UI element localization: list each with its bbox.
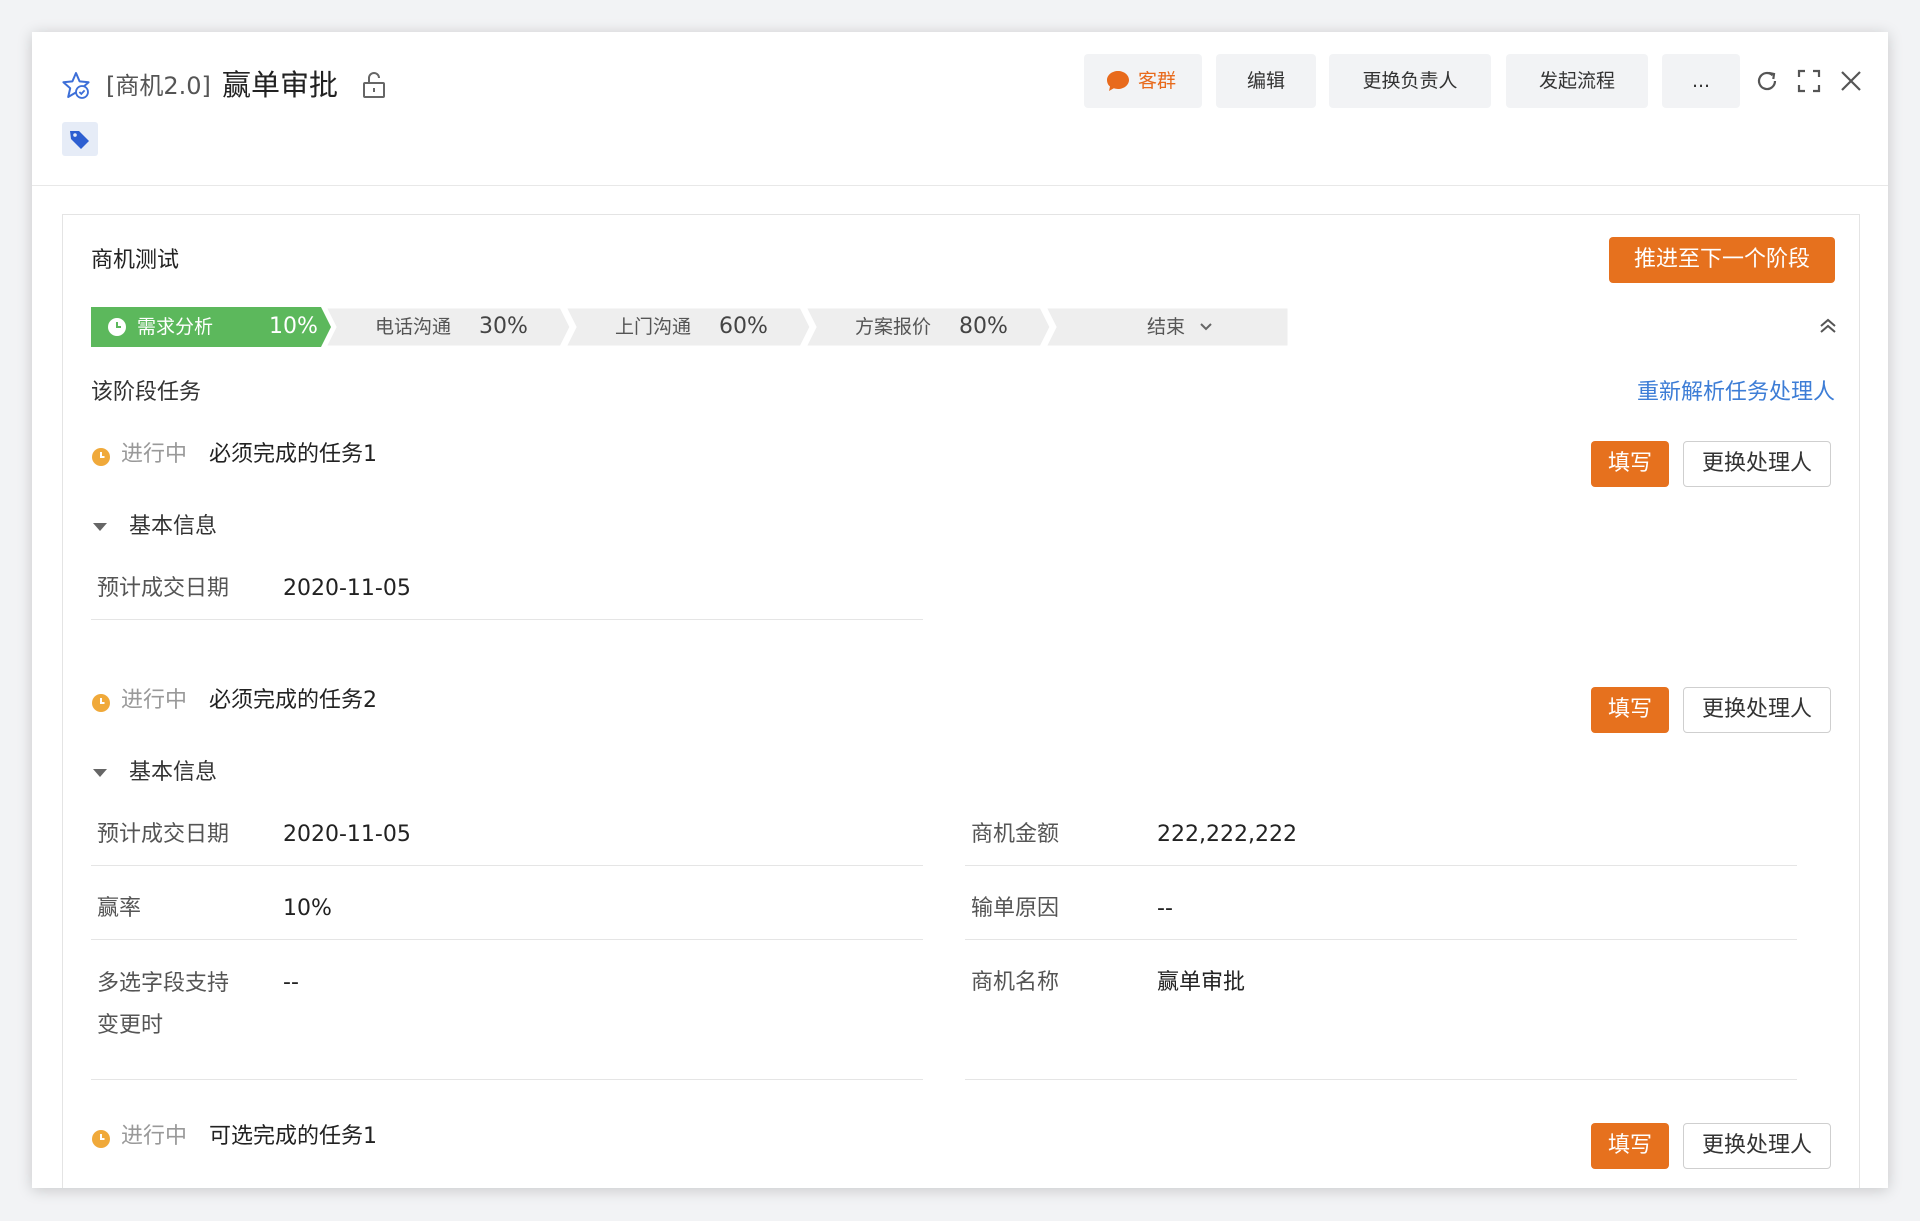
field-divider xyxy=(91,865,923,866)
stage-percent: 30% xyxy=(479,314,528,339)
field-value: 10% xyxy=(283,896,332,921)
field-label: 预计成交日期 xyxy=(97,576,230,601)
more-button[interactable]: ... xyxy=(1662,54,1740,108)
stage-name: 方案报价 xyxy=(855,316,932,338)
opportunity-name: 商机测试 xyxy=(91,248,180,273)
field-expected-close-date: 预计成交日期 2020-11-05 xyxy=(91,569,923,620)
chevron-down-icon xyxy=(1200,323,1212,331)
fill-button[interactable]: 填写 xyxy=(1591,1123,1669,1169)
opportunity-card: 商机测试 推进至下一个阶段 需求分析 10% 电话沟通 30% 上门沟通 60%… xyxy=(62,214,1860,1188)
task-name: 必须完成的任务1 xyxy=(209,442,377,467)
task-status: 进行中 xyxy=(121,1124,188,1149)
field-divider xyxy=(91,619,923,620)
in-progress-icon xyxy=(92,1130,110,1148)
unlock-icon[interactable] xyxy=(360,70,388,100)
stage-name: 需求分析 xyxy=(137,316,214,338)
group-title: 基本信息 xyxy=(129,760,218,785)
field-label: 输单原因 xyxy=(971,896,1060,921)
stage-progress-bar: 需求分析 10% 电话沟通 30% 上门沟通 60% 方案报价 80% 结束 xyxy=(91,307,1289,347)
field-value: 2020-11-05 xyxy=(283,822,411,847)
stage-percent: 80% xyxy=(959,314,1008,339)
stage-percent: 60% xyxy=(719,314,768,339)
field-value: -- xyxy=(1157,896,1173,921)
stage-3[interactable]: 方案报价 80% xyxy=(811,307,1051,347)
start-flow-button[interactable]: 发起流程 xyxy=(1506,54,1648,108)
field-value: -- xyxy=(283,970,299,995)
customer-group-button[interactable]: 客群 xyxy=(1084,54,1202,108)
caret-down-icon[interactable] xyxy=(93,523,107,531)
close-icon[interactable] xyxy=(1838,68,1864,94)
edit-button[interactable]: 编辑 xyxy=(1216,54,1316,108)
fill-button[interactable]: 填写 xyxy=(1591,687,1669,733)
task-status: 进行中 xyxy=(121,442,188,467)
task-name: 必须完成的任务2 xyxy=(209,688,377,713)
page-title: 赢单审批 xyxy=(222,68,339,102)
advance-stage-button[interactable]: 推进至下一个阶段 xyxy=(1609,237,1835,283)
stage-tasks-label: 该阶段任务 xyxy=(91,380,202,405)
task-item: 进行中 可选完成的任务1 填写 更换处理人 xyxy=(63,1119,1859,1179)
field-divider xyxy=(965,865,1797,866)
field-multi-select: 多选字段支持变更时 -- xyxy=(91,963,923,1080)
clock-icon xyxy=(108,318,126,336)
field-divider xyxy=(91,1079,923,1080)
in-progress-icon xyxy=(92,694,110,712)
field-expected-close-date: 预计成交日期 2020-11-05 xyxy=(91,815,923,866)
customer-group-label: 客群 xyxy=(1138,70,1177,92)
task-status: 进行中 xyxy=(121,688,188,713)
change-owner-button[interactable]: 更换负责人 xyxy=(1329,54,1491,108)
task-name: 可选完成的任务1 xyxy=(209,1124,377,1149)
field-value: 222,222,222 xyxy=(1157,822,1297,847)
tag-icon[interactable] xyxy=(62,122,98,156)
refresh-icon[interactable] xyxy=(1754,68,1780,94)
field-label: 商机金额 xyxy=(971,822,1060,847)
field-opportunity-name: 商机名称 赢单审批 xyxy=(965,963,1797,1080)
field-divider xyxy=(91,939,923,940)
fullscreen-icon[interactable] xyxy=(1796,68,1822,94)
detail-modal: [商机2.0] 赢单审批 客群 编辑 更换负责人 发起流程 ... 商机测试 推… xyxy=(32,32,1888,1188)
change-assignee-button[interactable]: 更换处理人 xyxy=(1683,687,1831,733)
field-divider xyxy=(965,939,1797,940)
stage-1[interactable]: 电话沟通 30% xyxy=(331,307,571,347)
chat-bubble-icon xyxy=(1107,71,1129,91)
group-title: 基本信息 xyxy=(129,514,218,539)
stage-name: 结束 xyxy=(1147,316,1186,338)
caret-down-icon[interactable] xyxy=(93,769,107,777)
stage-name: 上门沟通 xyxy=(615,316,692,338)
field-label: 商机名称 xyxy=(971,970,1060,995)
collapse-up-icon[interactable] xyxy=(1817,315,1839,337)
change-assignee-button[interactable]: 更换处理人 xyxy=(1683,441,1831,487)
stage-4[interactable]: 结束 xyxy=(1051,307,1289,347)
modal-header: [商机2.0] 赢单审批 客群 编辑 更换负责人 发起流程 ... xyxy=(32,32,1888,186)
field-win-rate: 赢率 10% xyxy=(91,889,923,940)
field-value: 赢单审批 xyxy=(1157,970,1246,995)
field-divider xyxy=(965,1079,1797,1080)
stage-2[interactable]: 上门沟通 60% xyxy=(571,307,811,347)
stage-0[interactable]: 需求分析 10% xyxy=(91,307,331,347)
stage-percent: 10% xyxy=(269,314,318,339)
field-value: 2020-11-05 xyxy=(283,576,411,601)
task-item: 进行中 必须完成的任务1 填写 更换处理人 基本信息 预计成交日期 2020-1… xyxy=(63,437,1859,620)
field-label: 赢率 xyxy=(97,896,142,921)
field-loss-reason: 输单原因 -- xyxy=(965,889,1797,940)
reparse-assignee-link[interactable]: 重新解析任务处理人 xyxy=(1613,377,1835,409)
in-progress-icon xyxy=(92,448,110,466)
change-assignee-button[interactable]: 更换处理人 xyxy=(1683,1123,1831,1169)
fill-button[interactable]: 填写 xyxy=(1591,441,1669,487)
stage-name: 电话沟通 xyxy=(375,316,452,338)
favorite-star-icon[interactable] xyxy=(60,70,92,102)
field-amount: 商机金额 222,222,222 xyxy=(965,815,1797,866)
task-item: 进行中 必须完成的任务2 填写 更换处理人 基本信息 预计成交日期 2020-1… xyxy=(63,683,1859,1083)
record-type-prefix: [商机2.0] xyxy=(106,72,211,100)
field-label: 多选字段支持变更时 xyxy=(97,971,230,1038)
field-label: 预计成交日期 xyxy=(97,822,230,847)
